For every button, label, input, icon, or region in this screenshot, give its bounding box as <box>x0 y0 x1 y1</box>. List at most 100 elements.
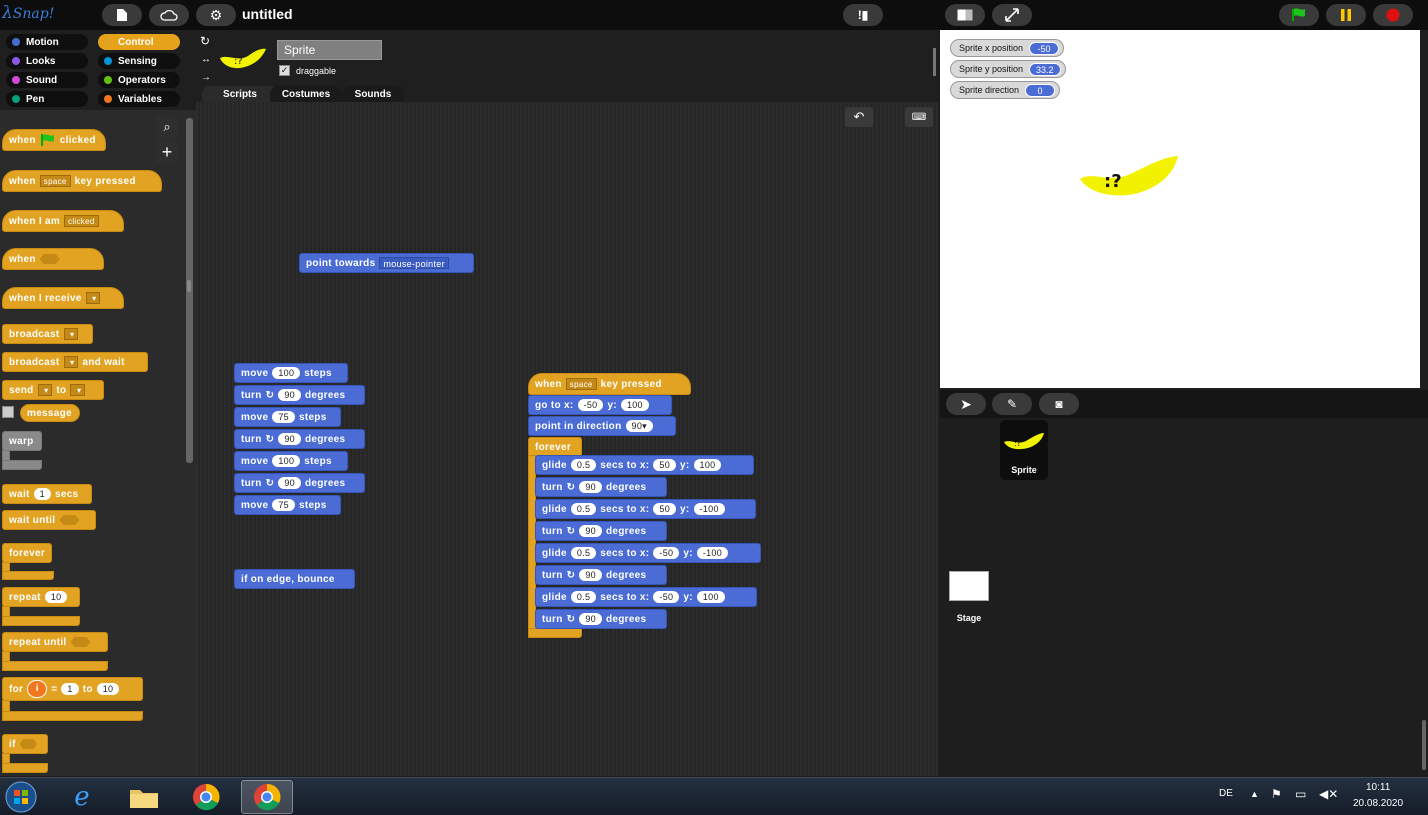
clock-time[interactable]: 10:11 <box>1366 782 1390 793</box>
glide-block[interactable]: glide 0.5 secs to x: -50 y: -100 <box>535 543 761 563</box>
taskbar-internet-explorer[interactable]: e <box>56 780 108 814</box>
palette-when-key-pressed[interactable]: when space key pressed <box>2 170 162 192</box>
category-pen[interactable]: Pen <box>6 91 88 107</box>
palette-if[interactable]: if <box>2 734 48 754</box>
pause-button[interactable] <box>1326 4 1366 26</box>
visible-stepping-button[interactable]: !▮ <box>843 4 883 26</box>
message-dropdown[interactable]: ▾ <box>85 292 101 304</box>
point-towards-block[interactable]: point towards mouse-pointer <box>299 253 474 273</box>
condition-slot[interactable] <box>39 254 60 264</box>
broadcast-wait-dropdown[interactable]: ▾ <box>63 356 79 368</box>
hat-key-dropdown[interactable]: space <box>565 378 597 390</box>
glide-y-input[interactable]: 100 <box>696 591 725 603</box>
for-variable[interactable]: i <box>27 680 48 698</box>
draggable-checkbox[interactable]: ✓ <box>279 65 290 76</box>
palette-warp[interactable]: warp <box>2 431 42 451</box>
degrees-input[interactable]: 90 <box>579 569 602 581</box>
degrees-input[interactable]: 90 <box>278 433 301 445</box>
stage-size-button[interactable] <box>945 4 985 26</box>
palette-message-reporter[interactable]: message <box>20 404 80 422</box>
add-turtle-sprite-button[interactable]: ➤ <box>946 393 986 415</box>
goto-x-input[interactable]: -50 <box>577 399 604 411</box>
taskbar-chrome-active[interactable] <box>241 780 293 814</box>
turn-degrees-block[interactable]: turn ↻ 90 degrees <box>535 609 667 629</box>
if-condition-slot[interactable] <box>19 739 37 749</box>
corral-sprite-icon[interactable]: :? Sprite <box>1000 420 1048 480</box>
repeat-until-slot[interactable] <box>70 637 91 647</box>
glide-y-input[interactable]: 100 <box>693 459 722 471</box>
palette-repeat-until[interactable]: repeat until <box>2 632 108 652</box>
network-icon[interactable]: ▭ <box>1295 787 1306 801</box>
glide-x-input[interactable]: 50 <box>653 459 677 471</box>
when-key-pressed-hat[interactable]: when space key pressed <box>528 373 691 395</box>
key-dropdown[interactable]: space <box>39 175 71 187</box>
category-variables[interactable]: Variables <box>98 91 180 107</box>
show-hidden-icons-icon[interactable]: ▲ <box>1250 789 1259 799</box>
undo-button[interactable]: ↶ <box>845 107 873 127</box>
turn-degrees-block[interactable]: turn ↻ 90 degrees <box>535 521 667 541</box>
category-motion[interactable]: Motion <box>6 34 88 50</box>
watcher-x-position[interactable]: Sprite x position -50 <box>950 39 1065 57</box>
palette-when-condition[interactable]: when <box>2 248 104 270</box>
turn-degrees-block[interactable]: turn ↻ 90 degrees <box>234 473 365 493</box>
wait-until-slot[interactable] <box>59 515 80 525</box>
snap-logo[interactable]: λSnap! <box>2 3 54 23</box>
corral-scrollbar[interactable] <box>1422 720 1426 770</box>
stage-thumbnail[interactable] <box>949 571 989 601</box>
message-checkbox[interactable] <box>2 406 14 418</box>
glide-x-input[interactable]: 50 <box>653 503 677 515</box>
category-sensing[interactable]: Sensing <box>98 53 180 69</box>
palette-when-i-receive[interactable]: when I receive ▾ <box>2 287 124 309</box>
taskbar-file-explorer[interactable] <box>118 780 170 814</box>
clock-date[interactable]: 20.08.2020 <box>1353 798 1403 809</box>
language-indicator[interactable]: DE <box>1219 788 1233 799</box>
rotation-style-flip-icon[interactable]: ↔ <box>201 54 211 65</box>
watcher-direction[interactable]: Sprite direction 0 <box>950 81 1061 99</box>
degrees-input[interactable]: 90 <box>278 477 301 489</box>
tab-costumes[interactable]: Costumes <box>270 86 342 102</box>
sprite-name-field[interactable]: Sprite <box>277 40 382 60</box>
interaction-dropdown[interactable]: clicked <box>64 215 99 227</box>
turn-degrees-block[interactable]: turn ↻ 90 degrees <box>535 565 667 585</box>
glide-y-input[interactable]: -100 <box>693 503 725 515</box>
turn-degrees-block[interactable]: turn ↻ 90 degrees <box>234 429 365 449</box>
send-dropdown[interactable]: ▾ <box>37 384 53 396</box>
turn-degrees-block[interactable]: turn ↻ 90 degrees <box>535 477 667 497</box>
degrees-input[interactable]: 90 <box>579 613 602 625</box>
move-steps-block[interactable]: move 75 steps <box>234 407 341 427</box>
category-sound[interactable]: Sound <box>6 72 88 88</box>
go-to-xy-block[interactable]: go to x: -50 y: 100 <box>528 395 672 415</box>
file-menu-button[interactable] <box>102 4 142 26</box>
palette-when-flag-clicked[interactable]: when clicked <box>2 129 106 151</box>
sprite-on-stage[interactable]: :? <box>1078 153 1182 199</box>
keyboard-entry-button[interactable]: ⌨ <box>905 107 933 127</box>
palette-when-i-am[interactable]: when I am clicked <box>2 210 124 232</box>
settings-button[interactable]: ⚙ <box>196 4 236 26</box>
point-towards-dropdown[interactable]: mouse-pointer <box>379 257 449 269</box>
tab-scripts[interactable]: Scripts <box>202 86 278 102</box>
glide-secs-input[interactable]: 0.5 <box>570 459 597 471</box>
steps-input[interactable]: 100 <box>272 455 301 467</box>
send-target-dropdown[interactable]: ▾ <box>70 384 86 396</box>
steps-input[interactable]: 75 <box>272 499 295 511</box>
action-center-flag-icon[interactable]: ⚑ <box>1271 787 1282 801</box>
glide-block[interactable]: glide 0.5 secs to x: 50 y: -100 <box>535 499 756 519</box>
glide-secs-input[interactable]: 0.5 <box>570 547 597 559</box>
repeat-count-input[interactable]: 10 <box>44 591 68 603</box>
steps-input[interactable]: 100 <box>272 367 301 379</box>
goto-y-input[interactable]: 100 <box>620 399 649 411</box>
category-looks[interactable]: Looks <box>6 53 88 69</box>
volume-muted-icon[interactable]: ◀✕ <box>1319 787 1338 801</box>
degrees-input[interactable]: 90 <box>579 525 602 537</box>
degrees-input[interactable]: 90 <box>579 481 602 493</box>
cloud-button[interactable] <box>149 4 189 26</box>
move-steps-block[interactable]: move 75 steps <box>234 495 341 515</box>
glide-secs-input[interactable]: 0.5 <box>570 591 597 603</box>
palette-wait-secs[interactable]: wait 1 secs <box>2 484 92 504</box>
search-blocks-button[interactable]: ⌕ <box>156 116 178 138</box>
palette-broadcast[interactable]: broadcast ▾ <box>2 324 93 344</box>
paint-new-sprite-button[interactable]: ✎ <box>992 393 1032 415</box>
category-operators[interactable]: Operators <box>98 72 180 88</box>
palette-repeat[interactable]: repeat 10 <box>2 587 80 607</box>
palette-wait-until[interactable]: wait until <box>2 510 96 530</box>
